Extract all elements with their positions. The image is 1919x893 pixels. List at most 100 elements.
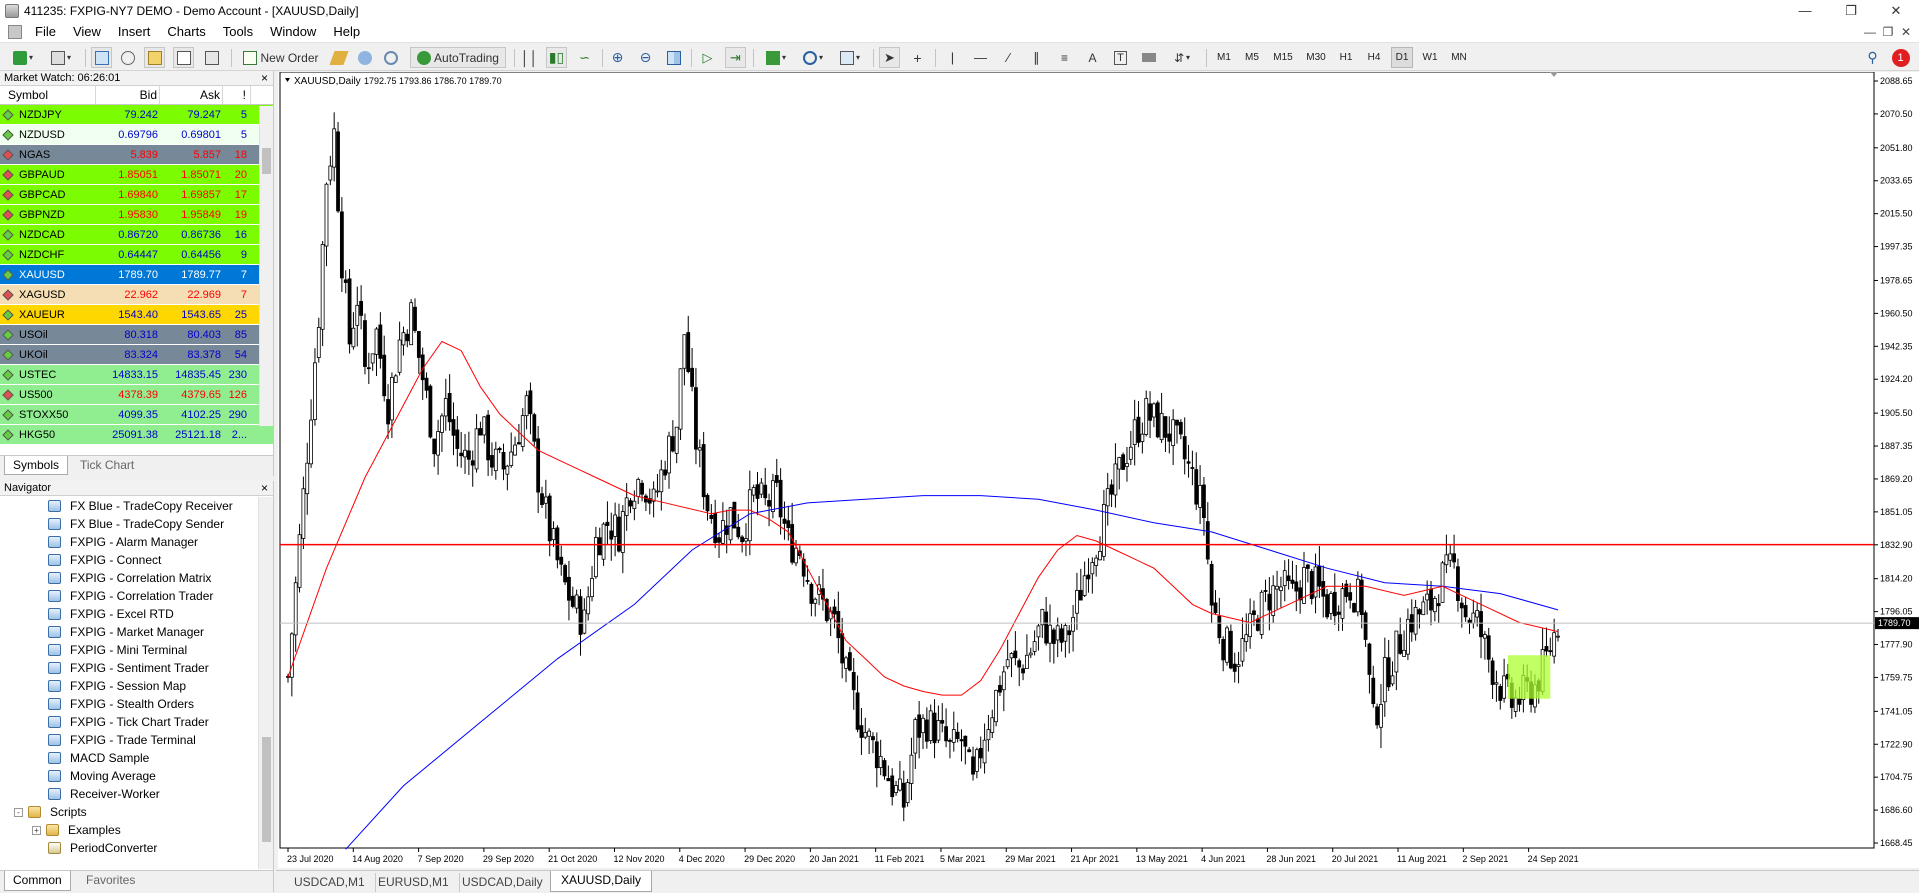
market-watch-button[interactable] bbox=[91, 47, 112, 68]
candlestick-chart-button[interactable]: ▮▯ bbox=[546, 47, 567, 68]
navigator-item[interactable]: MACD Sample bbox=[0, 749, 258, 767]
child-close-icon[interactable]: ✕ bbox=[1893, 22, 1919, 43]
market-watch-row[interactable]: STOXX50 4099.35 4102.25 290 bbox=[0, 405, 273, 425]
navigator-item[interactable]: FX Blue - TradeCopy Receiver bbox=[0, 497, 258, 515]
timeframe-h4[interactable]: H4 bbox=[1363, 47, 1385, 68]
market-watch-close-icon[interactable]: × bbox=[261, 71, 268, 85]
templates-button[interactable]: ▾ bbox=[834, 47, 866, 68]
document-icon[interactable] bbox=[8, 25, 22, 39]
profiles-button[interactable]: ▾ bbox=[44, 47, 78, 68]
shapes-button[interactable] bbox=[1138, 47, 1159, 68]
market-watch-row[interactable]: XAUUSD 1789.70 1789.77 7 bbox=[0, 265, 273, 285]
search-button[interactable]: ⚲ bbox=[1862, 47, 1883, 68]
autoscroll-button[interactable]: ▷ bbox=[697, 47, 718, 68]
zoom-in-button[interactable]: ⊕ bbox=[607, 47, 628, 68]
navigator-item[interactable]: FXPIG - Session Map bbox=[0, 677, 258, 695]
menu-file[interactable]: File bbox=[28, 22, 66, 42]
crosshair-button[interactable]: + bbox=[907, 47, 928, 68]
navigator-item[interactable]: FXPIG - Trade Terminal bbox=[0, 731, 258, 749]
market-watch-row[interactable]: UKOil 83.324 83.378 54 bbox=[0, 345, 273, 365]
terminal-button[interactable] bbox=[173, 47, 194, 68]
market-watch-row[interactable]: GBPNZD 1.95830 1.95849 19 bbox=[0, 205, 273, 225]
navigator-item[interactable]: FXPIG - Correlation Trader bbox=[0, 587, 258, 605]
indicators-button[interactable]: ▾ bbox=[760, 47, 792, 68]
cursor-button[interactable]: ➤ bbox=[879, 47, 900, 68]
market-watch-row[interactable]: NGAS 5.839 5.857 18 bbox=[0, 145, 273, 165]
chart-tab-usdcad-m1[interactable]: USDCAD,M1 bbox=[284, 873, 376, 892]
column-spread[interactable]: ! bbox=[223, 86, 251, 104]
navigator-item[interactable]: - Scripts bbox=[0, 803, 258, 821]
chart-tab-xauusd-daily[interactable]: XAUUSD,Daily bbox=[550, 871, 653, 892]
navigator-item[interactable]: FX Blue - TradeCopy Sender bbox=[0, 515, 258, 533]
horizontal-line-button[interactable]: — bbox=[970, 47, 991, 68]
market-watch-row[interactable]: NZDUSD 0.69796 0.69801 5 bbox=[0, 125, 273, 145]
market-watch-row[interactable]: NZDCHF 0.64447 0.64456 9 bbox=[0, 245, 273, 265]
metaeditor-button[interactable] bbox=[328, 47, 349, 68]
navigator-item[interactable]: FXPIG - Tick Chart Trader bbox=[0, 713, 258, 731]
scroll-thumb[interactable] bbox=[262, 737, 271, 842]
market-watch-row[interactable]: USOil 80.318 80.403 85 bbox=[0, 325, 273, 345]
zoom-out-button[interactable]: ⊖ bbox=[635, 47, 656, 68]
autotrading-button[interactable]: AutoTrading bbox=[410, 47, 506, 68]
market-watch-row[interactable]: GBPAUD 1.85051 1.85071 20 bbox=[0, 165, 273, 185]
navigator-item[interactable]: PeriodConverter bbox=[0, 839, 258, 857]
text-button[interactable]: A bbox=[1082, 47, 1103, 68]
market-watch-row[interactable]: XAGUSD 22.962 22.969 7 bbox=[0, 285, 273, 305]
market-watch-scrollbar[interactable] bbox=[259, 106, 273, 426]
navigator-item[interactable]: FXPIG - Market Manager bbox=[0, 623, 258, 641]
vps-button[interactable] bbox=[380, 47, 401, 68]
timeframe-m5[interactable]: M5 bbox=[1241, 47, 1263, 68]
line-chart-button[interactable]: ∽ bbox=[574, 47, 595, 68]
new-chart-button[interactable]: ▾ bbox=[6, 47, 40, 68]
minimize-icon[interactable]: — bbox=[1782, 0, 1828, 22]
data-window-button[interactable] bbox=[117, 47, 138, 68]
navigator-item[interactable]: FXPIG - Sentiment Trader bbox=[0, 659, 258, 677]
tile-windows-button[interactable] bbox=[663, 47, 684, 68]
fibonacci-button[interactable]: ≡ bbox=[1054, 47, 1075, 68]
menu-insert[interactable]: Insert bbox=[111, 22, 161, 42]
column-symbol[interactable]: Symbol bbox=[0, 86, 96, 104]
candlestick-chart[interactable]: XAUUSD,Daily 1792.75 1793.86 1786.70 1789… bbox=[278, 72, 1919, 868]
tab-common[interactable]: Common bbox=[4, 871, 71, 891]
signals-button[interactable] bbox=[354, 47, 375, 68]
navigator-close-icon[interactable]: × bbox=[261, 481, 268, 495]
navigator-item[interactable]: FXPIG - Correlation Matrix bbox=[0, 569, 258, 587]
close-icon[interactable]: ✕ bbox=[1873, 0, 1919, 22]
chart-tab-usdcad-daily[interactable]: USDCAD,Daily bbox=[452, 873, 554, 892]
market-watch-row[interactable]: USTEC 14833.15 14835.45 230 bbox=[0, 365, 273, 385]
tab-favorites[interactable]: Favorites bbox=[78, 871, 143, 890]
market-watch-row[interactable]: NZDCAD 0.86720 0.86736 16 bbox=[0, 225, 273, 245]
timeframe-w1[interactable]: W1 bbox=[1419, 47, 1441, 68]
chart-tab-eurusd-m1[interactable]: EURUSD,M1 bbox=[368, 873, 460, 892]
navigator-item[interactable]: FXPIG - Alarm Manager bbox=[0, 533, 258, 551]
menu-charts[interactable]: Charts bbox=[160, 22, 215, 42]
navigator-item[interactable]: FXPIG - Excel RTD bbox=[0, 605, 258, 623]
market-watch-row[interactable]: GBPCAD 1.69840 1.69857 17 bbox=[0, 185, 273, 205]
market-watch-row[interactable]: US500 4378.39 4379.65 126 bbox=[0, 385, 273, 405]
text-label-button[interactable]: T bbox=[1110, 47, 1131, 68]
navigator-item[interactable]: FXPIG - Stealth Orders bbox=[0, 695, 258, 713]
timeframe-h1[interactable]: H1 bbox=[1335, 47, 1357, 68]
navigator-item[interactable]: + Examples bbox=[0, 821, 258, 839]
navigator-button[interactable] bbox=[144, 47, 165, 68]
timeframe-m30[interactable]: M30 bbox=[1303, 47, 1329, 68]
collapse-icon[interactable]: - bbox=[14, 807, 23, 817]
new-order-button[interactable]: New Order bbox=[238, 47, 324, 68]
timeframe-m15[interactable]: M15 bbox=[1269, 47, 1297, 68]
navigator-item[interactable]: Moving Average bbox=[0, 767, 258, 785]
timeframe-m1[interactable]: M1 bbox=[1213, 47, 1235, 68]
channel-button[interactable]: ∥ bbox=[1026, 47, 1047, 68]
tester-button[interactable] bbox=[201, 47, 222, 68]
chart-shift-button[interactable]: ⇥ bbox=[725, 47, 746, 68]
menu-view[interactable]: View bbox=[66, 22, 111, 42]
trendline-button[interactable]: ∕ bbox=[998, 47, 1019, 68]
periods-button[interactable]: ▾ bbox=[797, 47, 829, 68]
navigator-item[interactable]: FXPIG - Mini Terminal bbox=[0, 641, 258, 659]
vertical-line-button[interactable]: | bbox=[942, 47, 963, 68]
tab-tick-chart[interactable]: Tick Chart bbox=[72, 456, 142, 475]
maximize-icon[interactable]: ❐ bbox=[1828, 0, 1874, 22]
market-watch-row[interactable]: NZDJPY 79.242 79.247 5 bbox=[0, 105, 273, 125]
menu-help[interactable]: Help bbox=[326, 22, 370, 42]
column-ask[interactable]: Ask bbox=[160, 86, 223, 104]
timeframe-d1[interactable]: D1 bbox=[1391, 47, 1413, 68]
